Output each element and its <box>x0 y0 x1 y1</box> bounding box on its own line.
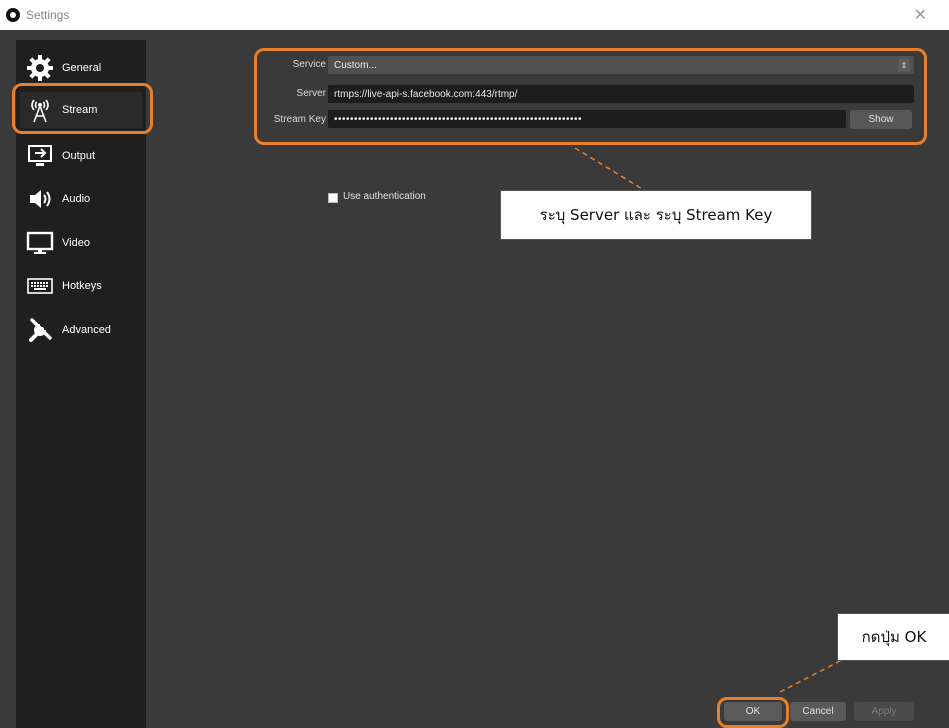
sidebar-item-label: Stream <box>62 104 98 116</box>
sidebar-item-label: Video <box>62 237 90 249</box>
service-label: Service <box>292 59 326 70</box>
stream-key-input[interactable]: ••••••••••••••••••••••••••••••••••••••••… <box>328 110 846 128</box>
service-select[interactable]: Custom... ⇕ <box>328 56 914 74</box>
apply-button[interactable]: Apply <box>854 702 914 721</box>
sidebar-item-audio[interactable]: Audio <box>20 181 142 217</box>
server-input[interactable]: rtmps://live-api-s.facebook.com:443/rtmp… <box>328 85 914 103</box>
stream-key-value: ••••••••••••••••••••••••••••••••••••••••… <box>334 113 583 125</box>
keyboard-icon <box>24 270 56 302</box>
sidebar-item-label: Audio <box>62 193 91 205</box>
sidebar-item-output[interactable]: Output <box>20 138 142 174</box>
speaker-icon <box>24 183 56 215</box>
title-bar: Settings ✕ <box>0 0 949 30</box>
stream-key-label: Stream Key <box>273 114 326 125</box>
settings-window: General Stream Output Audio Video Hotkey… <box>0 30 949 728</box>
sidebar-item-video[interactable]: Video <box>20 225 142 261</box>
obs-logo-icon <box>6 8 20 22</box>
close-icon[interactable]: ✕ <box>914 5 927 25</box>
use-authentication-label: Use authentication <box>343 191 426 202</box>
sidebar: General Stream Output Audio Video Hotkey… <box>16 40 146 728</box>
sidebar-item-label: Advanced <box>62 324 111 336</box>
ok-button[interactable]: OK <box>724 702 782 721</box>
sidebar-item-hotkeys[interactable]: Hotkeys <box>20 268 142 304</box>
gear-icon <box>24 52 56 84</box>
use-authentication-checkbox[interactable] <box>328 193 338 203</box>
sidebar-item-advanced[interactable]: Advanced <box>20 312 142 348</box>
server-key-callout: ระบุ Server และ ระบุ Stream Key <box>500 190 812 240</box>
sidebar-item-label: Output <box>62 150 96 162</box>
sidebar-item-label: General <box>62 62 102 74</box>
ok-callout: กดปุ่ม OK <box>837 613 949 661</box>
chevron-updown-icon: ⇕ <box>898 58 910 72</box>
output-icon <box>24 140 56 172</box>
server-value: rtmps://live-api-s.facebook.com:443/rtmp… <box>334 88 518 100</box>
tools-icon <box>24 314 56 346</box>
window-title: Settings <box>26 8 70 22</box>
service-value: Custom... <box>334 59 377 71</box>
server-label: Server <box>296 88 326 99</box>
sidebar-item-stream[interactable]: Stream <box>20 92 142 128</box>
cancel-button[interactable]: Cancel <box>790 702 846 721</box>
stream-settings-panel: Service Custom... ⇕ Server rtmps://live-… <box>146 30 949 728</box>
sidebar-item-label: Hotkeys <box>62 280 102 292</box>
antenna-icon <box>24 94 56 126</box>
show-key-button[interactable]: Show <box>850 110 912 129</box>
sidebar-item-general[interactable]: General <box>20 50 142 86</box>
monitor-icon <box>24 227 56 259</box>
